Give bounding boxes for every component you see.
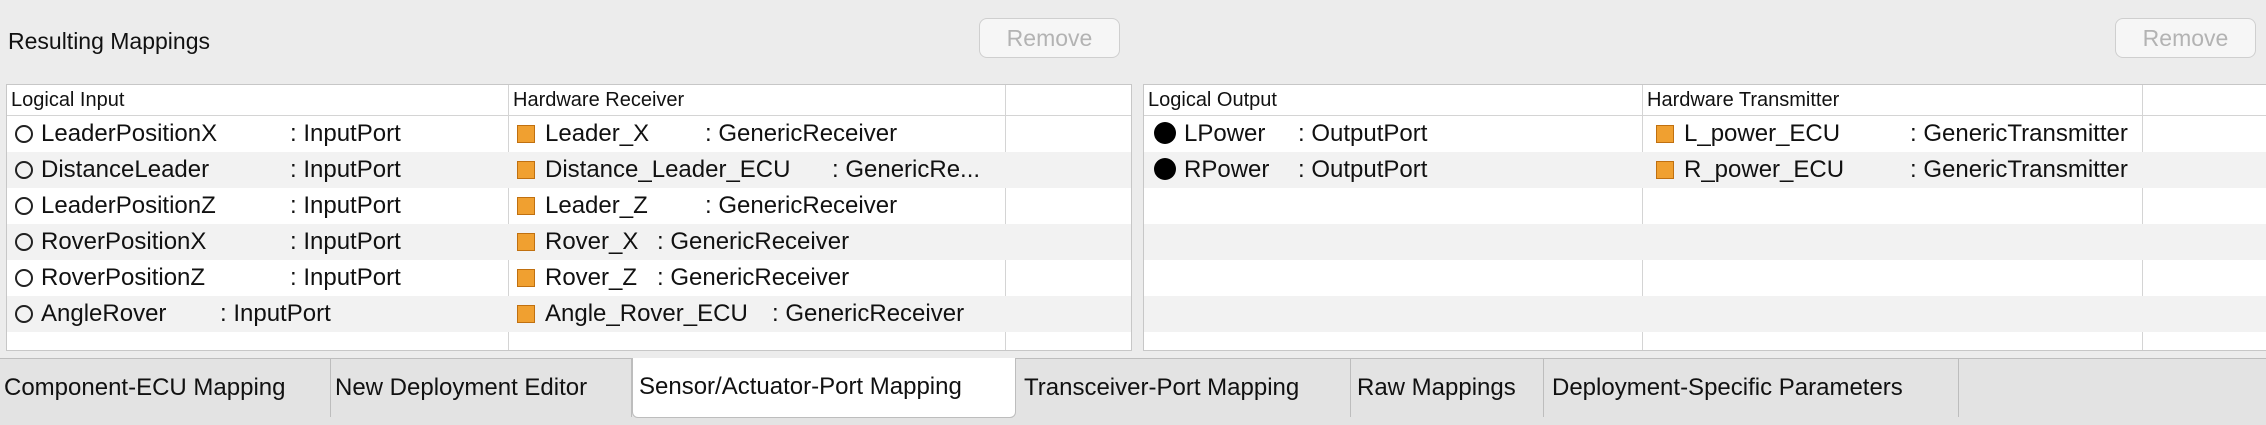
table-row[interactable]: LeaderPositionX : InputPort Leader_X : Gen… [7, 116, 1131, 152]
logical-input-type: : InputPort [290, 156, 401, 183]
logical-input-name: LeaderPositionX [41, 120, 218, 147]
empty-row [1144, 296, 2266, 332]
hardware-receiver-icon [517, 161, 535, 179]
table-header: Logical Input Hardware Receiver [7, 85, 1131, 116]
hardware-receiver-name: Leader_X [545, 120, 650, 147]
hardware-receiver-name: Distance_Leader_ECU [545, 156, 791, 183]
logical-input-name: RoverPositionZ [41, 264, 206, 291]
hardware-receiver-type: : GenericRe... [832, 156, 981, 183]
table-header: Logical Output Hardware Transmitter [1144, 85, 2266, 116]
hardware-receiver-name: Rover_X [545, 228, 639, 255]
output-port-icon [1154, 158, 1176, 180]
resulting-mappings-title: Resulting Mappings [8, 28, 211, 54]
input-mapping-table[interactable]: Logical Input Hardware Receiver LeaderPo… [6, 84, 1132, 351]
table-row[interactable]: LPower : OutputPort L_power_ECU : GenericT… [1144, 116, 2266, 152]
hardware-receiver-type: : GenericReceiver [657, 228, 850, 255]
logical-input-type: : InputPort [220, 300, 331, 327]
logical-input-name: AngleRover [41, 300, 167, 327]
hardware-receiver-icon [517, 197, 535, 215]
table-row[interactable]: DistanceLeader : InputPort Distance_Leade… [7, 152, 1131, 188]
input-port-icon [15, 305, 33, 323]
tab-component-ecu-mapping[interactable]: Component-ECU Mapping [0, 359, 331, 417]
logical-output-type: : OutputPort [1298, 156, 1428, 183]
input-port-icon [15, 197, 33, 215]
table-row[interactable]: RoverPositionZ : InputPort Rover_Z : Gener… [7, 260, 1131, 296]
table-row[interactable]: AngleRover : InputPort Angle_Rover_ECU : G… [7, 296, 1131, 332]
hardware-receiver-type: : GenericReceiver [657, 264, 850, 291]
hardware-receiver-name: Rover_Z [545, 264, 638, 291]
output-mapping-table[interactable]: Logical Output Hardware Transmitter LPow… [1143, 84, 2266, 351]
table-row[interactable]: LeaderPositionZ : InputPort Leader_Z : Gen… [7, 188, 1131, 224]
hardware-receiver-icon [517, 305, 535, 323]
logical-input-name: DistanceLeader [41, 156, 210, 183]
tab-sensor-actuator-port-mapping[interactable]: Sensor/Actuator-Port Mapping [632, 358, 1016, 418]
hardware-receiver-type: : GenericReceiver [705, 192, 898, 219]
hardware-receiver-name: Angle_Rover_ECU [545, 300, 748, 327]
logical-output-name: LPower [1184, 120, 1266, 147]
input-port-icon [15, 161, 33, 179]
input-port-icon [15, 125, 33, 143]
logical-input-type: : InputPort [290, 120, 401, 147]
tab-transceiver-port-mapping[interactable]: Transceiver-Port Mapping [1016, 359, 1351, 417]
table-row[interactable]: RoverPositionX : InputPort Rover_X : Gener… [7, 224, 1131, 260]
editor-tab-bar: Component-ECU Mapping New Deployment Edi… [0, 358, 2266, 425]
hardware-transmitter-icon [1656, 161, 1674, 179]
tab-new-deployment-editor[interactable]: New Deployment Editor [331, 359, 632, 417]
logical-input-name: LeaderPositionZ [41, 192, 216, 219]
table-row[interactable]: RPower : OutputPort R_power_ECU : GenericT… [1144, 152, 2266, 188]
empty-row [1144, 260, 2266, 296]
hardware-receiver-icon [517, 125, 535, 143]
hardware-receiver-type: : GenericReceiver [772, 300, 965, 327]
hardware-receiver-name: Leader_Z [545, 192, 648, 219]
logical-input-name: RoverPositionX [41, 228, 207, 255]
empty-row [1144, 188, 2266, 224]
logical-input-type: : InputPort [290, 228, 401, 255]
logical-output-type: : OutputPort [1298, 120, 1428, 147]
hardware-receiver-icon [517, 233, 535, 251]
hardware-transmitter-name: R_power_ECU [1684, 156, 1845, 183]
hardware-receiver-icon [517, 269, 535, 287]
column-header-hardware-transmitter[interactable]: Hardware Transmitter [1642, 85, 2142, 115]
hardware-transmitter-type: : GenericTransmitter [1910, 156, 2128, 183]
empty-row [1144, 224, 2266, 260]
tab-deployment-specific-parameters[interactable]: Deployment-Specific Parameters [1544, 359, 1959, 417]
column-header-empty [2142, 85, 2266, 115]
logical-input-type: : InputPort [290, 192, 401, 219]
logical-input-type: : InputPort [290, 264, 401, 291]
column-header-logical-output[interactable]: Logical Output [1144, 85, 1642, 115]
output-port-icon [1154, 122, 1176, 144]
remove-input-mapping-button[interactable]: Remove [979, 18, 1120, 58]
tab-raw-mappings[interactable]: Raw Mappings [1351, 359, 1544, 417]
column-header-logical-input[interactable]: Logical Input [7, 85, 508, 115]
hardware-transmitter-type: : GenericTransmitter [1910, 120, 2128, 147]
hardware-transmitter-name: L_power_ECU [1684, 120, 1841, 147]
input-port-icon [15, 269, 33, 287]
column-header-hardware-receiver[interactable]: Hardware Receiver [508, 85, 1005, 115]
input-port-icon [15, 233, 33, 251]
hardware-receiver-type: : GenericReceiver [705, 120, 898, 147]
column-header-empty [1005, 85, 1131, 115]
remove-output-mapping-button[interactable]: Remove [2115, 18, 2256, 58]
hardware-transmitter-icon [1656, 125, 1674, 143]
logical-output-name: RPower [1184, 156, 1270, 183]
